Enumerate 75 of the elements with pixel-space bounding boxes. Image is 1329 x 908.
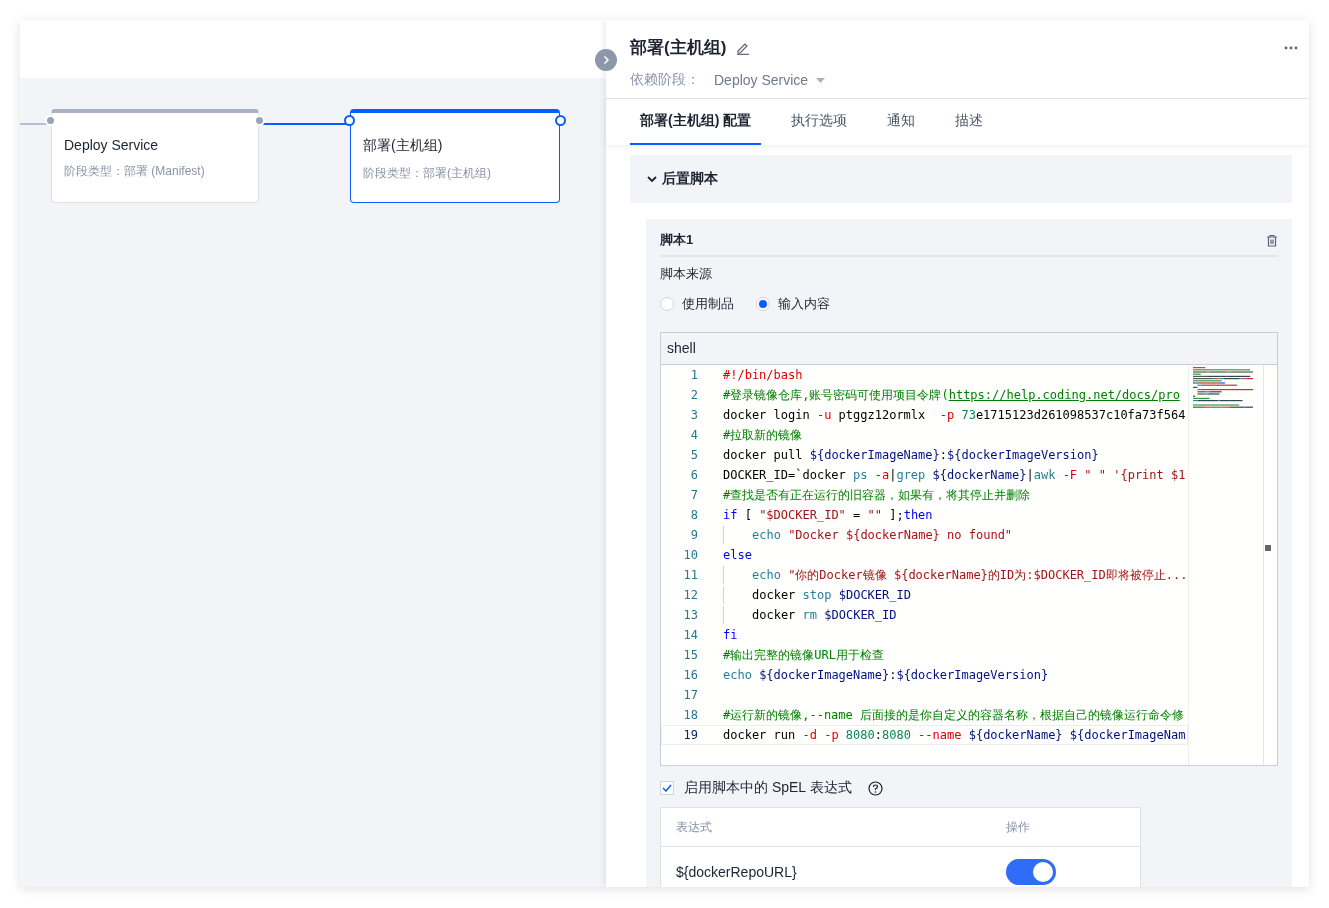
spel-checkbox[interactable]: 启用脚本中的 SpEL 表达式 — [660, 779, 852, 797]
collapse-button[interactable] — [595, 49, 617, 71]
code-line: #输出完整的镜像URL用于检查 — [723, 648, 884, 662]
check-icon — [662, 784, 672, 792]
code-line: if [ "$DOCKER_ID" = "" ];then — [723, 508, 933, 522]
indent-guide — [723, 586, 724, 604]
line-number: 14 — [682, 627, 698, 644]
code-line: #查找是否有正在运行的旧容器，如果有，将其停止并删除 — [723, 488, 1031, 502]
code-line: docker login -u ptggz12ormlx -p 73e1715123d261098537c10fa73f564 — [723, 408, 1186, 422]
line-number: 6 — [689, 467, 698, 484]
radio-option[interactable]: 使用制品 — [660, 295, 734, 313]
code-line: #!/bin/bash — [723, 368, 803, 382]
code-line: echo ${dockerImageName}:${dockerImageVersion} — [723, 668, 1049, 682]
node-subtitle: 阶段类型：部署 (Manifest) — [64, 163, 206, 180]
stage-node[interactable]: Deploy Service 阶段类型：部署 (Manifest) — [51, 109, 259, 203]
language-label: shell — [661, 333, 1278, 365]
line-number: 3 — [689, 407, 698, 424]
port-dot[interactable] — [344, 115, 355, 126]
code-line: DOCKER_ID=`docker ps -a|grep ${dockerName}|awk -F " " '{print $1 — [723, 468, 1186, 482]
indent-guide — [723, 566, 724, 584]
trash-icon[interactable] — [1266, 233, 1279, 247]
line-number: 12 — [682, 587, 698, 604]
stage-node[interactable]: 部署(主机组) 阶段类型：部署(主机组) — [350, 109, 560, 203]
line-number: 13 — [682, 607, 698, 624]
port-dot[interactable] — [555, 115, 566, 126]
line-number: 11 — [682, 567, 698, 584]
chevron-down-icon — [646, 173, 658, 185]
line-number: 9 — [689, 527, 698, 544]
line-number: 7 — [689, 487, 698, 504]
node-title: Deploy Service — [64, 137, 160, 153]
dependency-label: 依赖阶段： — [630, 71, 700, 89]
code-line: docker rm $DOCKER_ID — [752, 608, 897, 622]
line-number: 17 — [682, 687, 698, 704]
tab[interactable]: 描述 — [945, 99, 994, 145]
caret-down-icon — [816, 77, 826, 83]
tab[interactable]: 执行选项 — [781, 99, 858, 145]
line-number: 16 — [682, 667, 698, 684]
code-line: #拉取新的镜像 — [723, 428, 803, 442]
help-icon[interactable] — [867, 780, 883, 796]
code-line: fi — [723, 628, 738, 642]
node-title: 部署(主机组) — [363, 137, 444, 155]
tab[interactable]: 部署(主机组) 配置 — [630, 99, 762, 145]
dependency-select[interactable]: Deploy Service — [714, 72, 826, 88]
more-icon[interactable] — [1284, 45, 1299, 50]
line-number: 15 — [682, 647, 698, 664]
code-line: echo "你的Docker镜像 ${dockerName}的ID为:$DOCKER_ID即将被停止... — [752, 568, 1188, 582]
column-header: 操作 — [1006, 818, 1031, 836]
line-number: 4 — [689, 427, 698, 444]
indent-guide — [723, 606, 724, 624]
code-line: docker run -d -p 8080:8080 --name ${dockerName} ${dockerImageNam — [723, 728, 1186, 742]
code-line: #运行新的镜像,--name 后面接的是你自定义的容器名称，根据自己的镜像运行命令修 — [723, 708, 1185, 722]
tab[interactable]: 通知 — [877, 99, 926, 145]
field-label: 脚本来源 — [660, 265, 713, 283]
code-line: docker stop $DOCKER_ID — [752, 588, 911, 602]
node-subtitle: 阶段类型：部署(主机组) — [363, 165, 492, 182]
line-number: 8 — [689, 507, 698, 524]
indent-guide — [723, 526, 724, 544]
line-number: 1 — [689, 367, 698, 384]
code-line: docker pull ${dockerImageName}:${dockerImageVersion} — [723, 448, 1099, 462]
script-title: 脚本1 — [660, 231, 694, 249]
panel-title: 部署(主机组) — [630, 37, 727, 59]
line-number: 10 — [682, 547, 698, 564]
line-number: 2 — [689, 387, 698, 404]
line-number: 18 — [682, 707, 698, 724]
section-header[interactable]: 后置脚本 — [630, 155, 1293, 203]
code-line: #登录镜像仓库,账号密码可使用项目令牌(https://help.coding.net/docs/pro — [723, 388, 1180, 402]
code-line: else — [723, 548, 752, 562]
column-header: 表达式 — [675, 818, 713, 836]
chevron-right-icon — [601, 55, 611, 65]
line-number: 19 — [682, 727, 698, 744]
code-line: echo "Docker ${dockerName} no found" — [752, 528, 1013, 542]
line-number: 5 — [689, 447, 698, 464]
table-cell-text: ${dockerRepoURL} — [675, 864, 798, 880]
toggle-switch[interactable] — [1006, 859, 1056, 885]
radio-option[interactable]: 输入内容 — [756, 295, 830, 313]
